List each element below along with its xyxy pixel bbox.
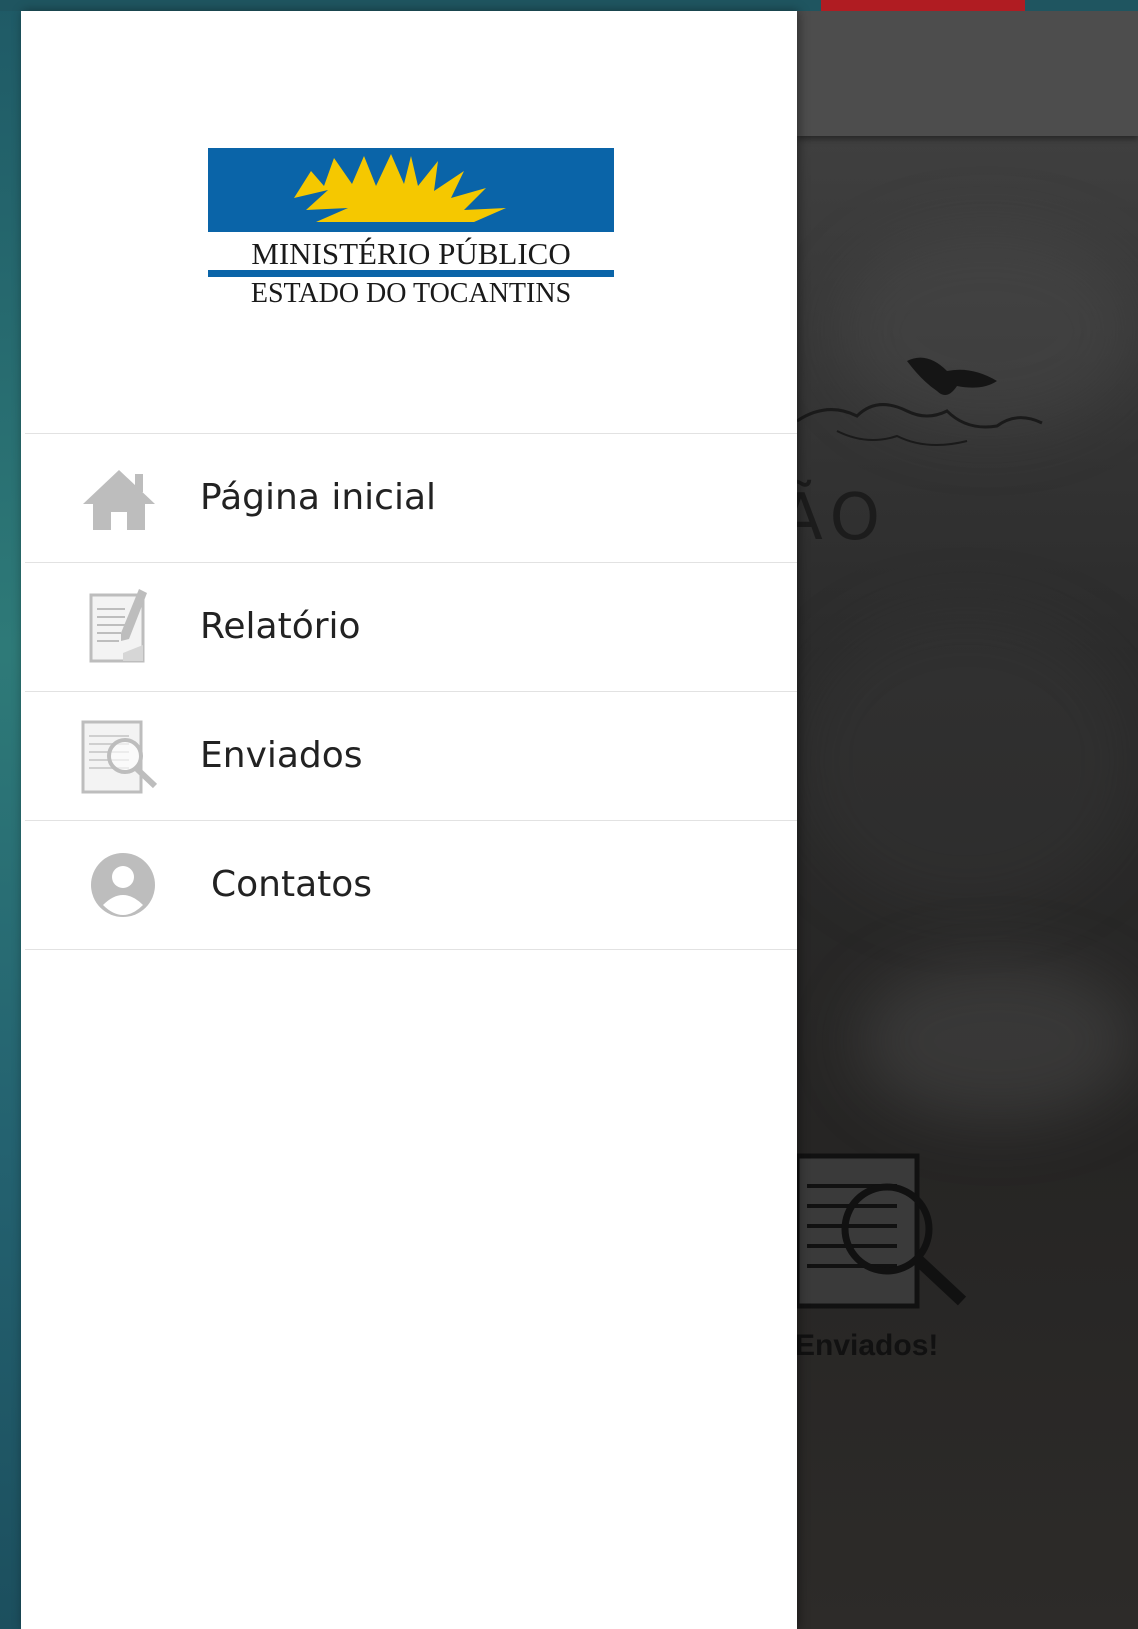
logo-line-1: MINISTÉRIO PÚBLICO xyxy=(251,236,570,271)
home-icon xyxy=(83,470,155,530)
document-search-icon xyxy=(797,1153,967,1309)
menu-item-contatos[interactable]: Contatos xyxy=(25,821,797,950)
menu-item-enviados[interactable]: Enviados xyxy=(25,692,797,821)
ministerio-publico-logo: MINISTÉRIO PÚBLICO ESTADO DO TOCANTINS xyxy=(208,148,614,306)
logo-line-2: ESTADO DO TOCANTINS xyxy=(251,278,571,306)
menu-label-enviados: Enviados xyxy=(200,735,363,776)
bird-illustration xyxy=(797,357,1043,446)
background-app: ÃO Enviados! xyxy=(797,11,1138,1629)
menu-label-pagina-inicial: Página inicial xyxy=(200,477,437,518)
status-bar-accent xyxy=(821,0,1025,11)
document-search-icon xyxy=(81,720,158,794)
menu-label-relatorio: Relatório xyxy=(200,606,361,647)
drawer-menu: Página inicial Relatório Enviados Contat… xyxy=(25,433,797,950)
user-circle-icon xyxy=(91,853,155,917)
background-button-label: Enviados! xyxy=(797,1329,939,1362)
logo-divider xyxy=(208,270,614,277)
menu-item-relatorio[interactable]: Relatório xyxy=(25,563,797,692)
menu-item-pagina-inicial[interactable]: Página inicial xyxy=(25,434,797,563)
menu-label-contatos: Contatos xyxy=(211,864,373,905)
app-toolbar xyxy=(797,11,1138,136)
navigation-drawer: MINISTÉRIO PÚBLICO ESTADO DO TOCANTINS P… xyxy=(21,11,797,1629)
edit-document-icon xyxy=(89,589,147,663)
background-title: ÃO xyxy=(797,481,889,555)
